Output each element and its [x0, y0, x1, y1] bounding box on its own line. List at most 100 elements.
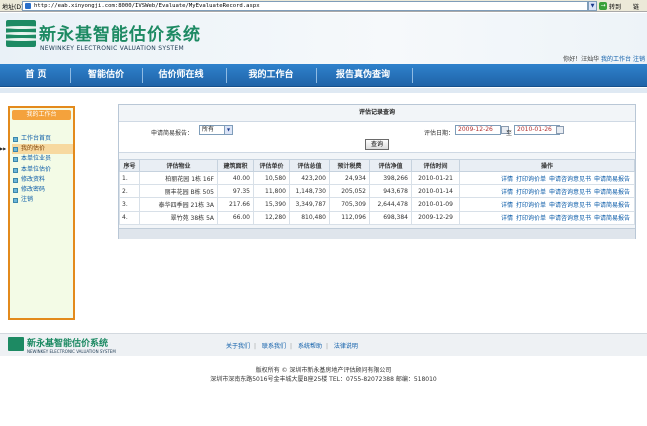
chevron-down-icon: ▼: [224, 126, 232, 134]
report-filter-value: 所有: [202, 126, 215, 133]
logo-icon: [6, 20, 36, 47]
table-cell: 2,644,478: [369, 197, 412, 212]
sidebar-item-label: 修改资料: [21, 175, 46, 183]
nav-report-verify[interactable]: 报告真伪查询: [320, 64, 406, 87]
nav-home[interactable]: 首 页: [6, 64, 66, 87]
date-from-input[interactable]: 2009-12-26: [455, 125, 501, 135]
sidebar-item-unit-members[interactable]: 本单位业员: [12, 154, 73, 164]
sidebar: 我的工作台 工作台首页 我的估价 本单位业员 本单位估价 修改资料 修改密码 注…: [0, 106, 75, 320]
user-name: 汪灿华: [581, 56, 600, 63]
footer-links: 关于我们 | 联系我们 | 系统帮助 | 法律说明: [226, 343, 358, 350]
sidebar-item-label: 本单位估价: [21, 165, 52, 173]
table-cell: 11,800: [253, 184, 290, 199]
table-cell: 柏丽花园 1栋 16F: [139, 170, 218, 186]
footer-link-legal[interactable]: 法律说明: [334, 343, 358, 350]
footer-link-contact[interactable]: 联系我们: [262, 343, 286, 350]
request-opinion-link[interactable]: 申请咨询意见书: [549, 215, 591, 222]
row-actions: 详情 打印询价单 申请咨询意见书 申请简易报告: [459, 170, 635, 186]
nav-appraiser-online[interactable]: 估价师在线: [146, 64, 216, 87]
nav-my-desk[interactable]: 我的工作台: [232, 64, 310, 87]
nav-underline: [0, 88, 647, 93]
table-cell: 66.00: [217, 210, 254, 225]
sidebar-item-unit-valuation[interactable]: 本单位估价: [12, 165, 73, 175]
details-link[interactable]: 详情: [501, 176, 513, 183]
request-report-link[interactable]: 申请简易报告: [594, 215, 630, 222]
table-cell: 398,266: [369, 170, 412, 186]
col-header: 操作: [459, 159, 635, 172]
footer-link-about[interactable]: 关于我们: [226, 343, 250, 350]
go-arrow-icon[interactable]: →: [599, 2, 607, 10]
table-row: 1. 柏丽花园 1栋 16F 40.00 10,580 423,200 24,934 398…: [119, 170, 635, 186]
page-icon: [25, 3, 31, 9]
folder-icon: [13, 167, 18, 173]
go-button[interactable]: 转到: [609, 2, 621, 11]
table-cell: 2010-01-21: [411, 170, 460, 186]
sidebar-item-desk-home[interactable]: 工作台首页: [12, 134, 73, 144]
table-cell: 810,480: [289, 210, 330, 225]
table-cell: 217.66: [217, 197, 254, 212]
url-dropdown-icon[interactable]: ▼: [588, 1, 597, 11]
date-to-label: 至: [506, 130, 513, 137]
details-link[interactable]: 详情: [501, 202, 513, 209]
col-header: 序号: [119, 159, 140, 172]
request-opinion-link[interactable]: 申请咨询意见书: [549, 176, 591, 183]
details-link[interactable]: 详情: [501, 215, 513, 222]
welcome-prefix: 你好！: [563, 56, 582, 63]
row-actions: 详情 打印询价单 申请咨询意见书 申请简易报告: [459, 184, 635, 199]
url-input[interactable]: http://eab.xinyongji.com:8000/IVSWeb/Eva…: [22, 1, 588, 11]
request-report-link[interactable]: 申请简易报告: [594, 176, 630, 183]
request-report-link[interactable]: 申请简易报告: [594, 202, 630, 209]
copyright-text: 版权所有 © 深圳市新永基房地产评估顾问有限公司: [255, 367, 392, 374]
request-opinion-link[interactable]: 申请咨询意见书: [549, 202, 591, 209]
table-cell: 97.35: [217, 184, 254, 199]
records-table: 序号 评估物业 建筑面积 评估单价 评估总值 预计税费 评估净值 评估时间 操作…: [119, 159, 635, 225]
logout-link[interactable]: 注销: [633, 56, 645, 63]
links-button[interactable]: 链: [633, 2, 639, 11]
table-cell: 1.: [119, 170, 140, 186]
print-quote-link[interactable]: 打印询价单: [516, 215, 546, 222]
sidebar-item-label: 注销: [21, 196, 34, 204]
table-row: 4. 翠竹苑 38栋 5A 66.00 12,280 810,480 112,096 698…: [119, 210, 635, 225]
table-cell: 2009-12-29: [411, 210, 460, 225]
table-cell: 3,349,787: [289, 197, 330, 212]
col-header: 评估单价: [253, 159, 290, 172]
table-footer-strip: [119, 228, 635, 239]
folder-icon: [13, 147, 18, 153]
table-cell: 423,200: [289, 170, 330, 186]
date-to-input[interactable]: 2010-01-26: [514, 125, 560, 135]
print-quote-link[interactable]: 打印询价单: [516, 176, 546, 183]
table-cell: 1,148,730: [289, 184, 330, 199]
print-quote-link[interactable]: 打印询价单: [516, 189, 546, 196]
sidebar-item-change-password[interactable]: 修改密码: [12, 185, 73, 195]
request-report-link[interactable]: 申请简易报告: [594, 189, 630, 196]
logo-subtitle: NEWINKEY ELECTRONIC VALUATION SYSTEM: [40, 45, 184, 52]
request-opinion-link[interactable]: 申请咨询意见书: [549, 189, 591, 196]
footer-logo-subtitle: NEWINKEY ELECTRONIC VALUATION SYSTEM: [27, 349, 116, 354]
footer-logo-title: 新永基智能估价系统: [27, 339, 109, 349]
table-cell: 2010-01-14: [411, 184, 460, 199]
table-cell: 12,280: [253, 210, 290, 225]
table-cell: 40.00: [217, 170, 254, 186]
folder-icon: [13, 137, 18, 142]
footer-link-help[interactable]: 系统帮助: [298, 343, 322, 350]
search-button[interactable]: 查询: [365, 139, 389, 150]
print-quote-link[interactable]: 打印询价单: [516, 202, 546, 209]
details-link[interactable]: 详情: [501, 189, 513, 196]
sidebar-item-label: 本单位业员: [21, 155, 52, 163]
calendar-icon[interactable]: [556, 126, 564, 134]
table-cell: 112,096: [329, 210, 370, 225]
my-desk-link[interactable]: 我的工作台: [601, 56, 631, 63]
sidebar-item-logout[interactable]: 注销: [12, 195, 73, 205]
footer-bar: 新永基智能估价系统 NEWINKEY ELECTRONIC VALUATION …: [0, 333, 647, 356]
report-filter-label: 申请简易报告：: [151, 130, 194, 137]
records-panel: 评估记录查询 申请简易报告： 所有 ▼ 评估日期： 2009-12-26 至 2…: [118, 104, 636, 239]
table-cell: 15,390: [253, 197, 290, 212]
sidebar-item-edit-profile[interactable]: 修改资料: [12, 175, 73, 185]
table-header-row: 序号 评估物业 建筑面积 评估单价 评估总值 预计税费 评估净值 评估时间 操作: [119, 159, 635, 172]
folder-icon: [13, 187, 18, 193]
col-header: 评估总值: [289, 159, 330, 172]
nav-smart-valuation[interactable]: 智能估价: [74, 64, 138, 87]
date-filter-label: 评估日期：: [424, 130, 455, 137]
report-filter-select[interactable]: 所有 ▼: [199, 125, 233, 135]
sidebar-item-my-valuation[interactable]: 我的估价: [0, 144, 73, 155]
